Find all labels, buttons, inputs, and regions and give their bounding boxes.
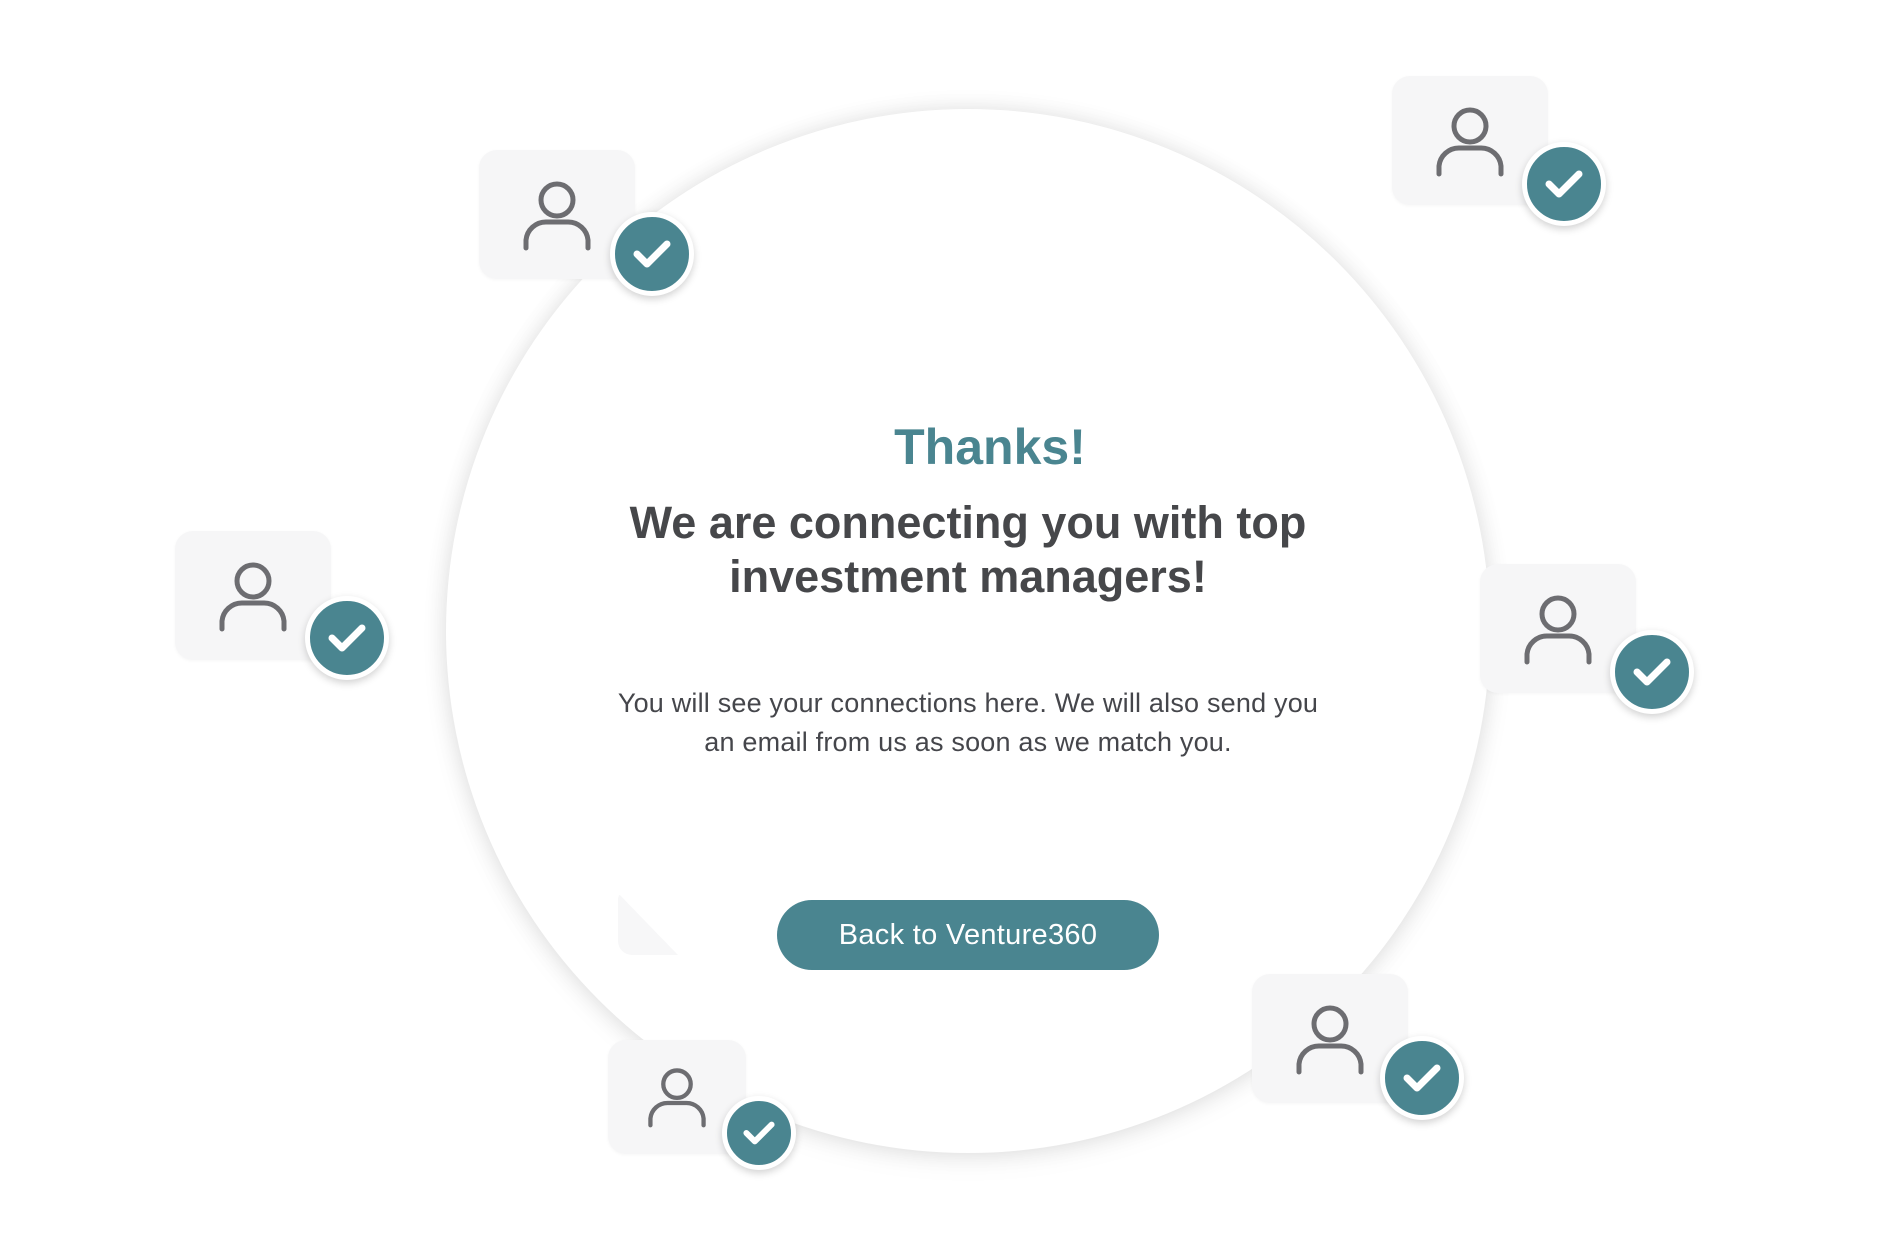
check-badge [1380,1036,1464,1120]
user-icon [1436,107,1504,176]
user-icon [523,181,591,250]
check-badge [1610,630,1694,714]
thanks-title: Thanks! [894,419,1086,475]
headline: We are connecting you with top investmen… [629,497,1307,602]
check-icon [743,1121,775,1145]
user-icon [219,562,287,631]
check-icon [328,624,366,652]
check-icon [1633,658,1671,686]
check-icon [1403,1064,1441,1092]
check-badge [610,212,694,296]
check-badge [722,1096,796,1170]
check-icon [633,240,671,268]
check-badge [1522,142,1606,226]
user-icon [1296,1005,1364,1074]
user-icon [1524,595,1592,664]
check-icon [1545,170,1583,198]
user-icon [648,1068,706,1128]
check-badge [305,596,389,680]
confirmation-message: You will see your connections here. We w… [617,688,1319,757]
back-to-venture360-button[interactable]: Back to Venture360 [777,900,1159,970]
